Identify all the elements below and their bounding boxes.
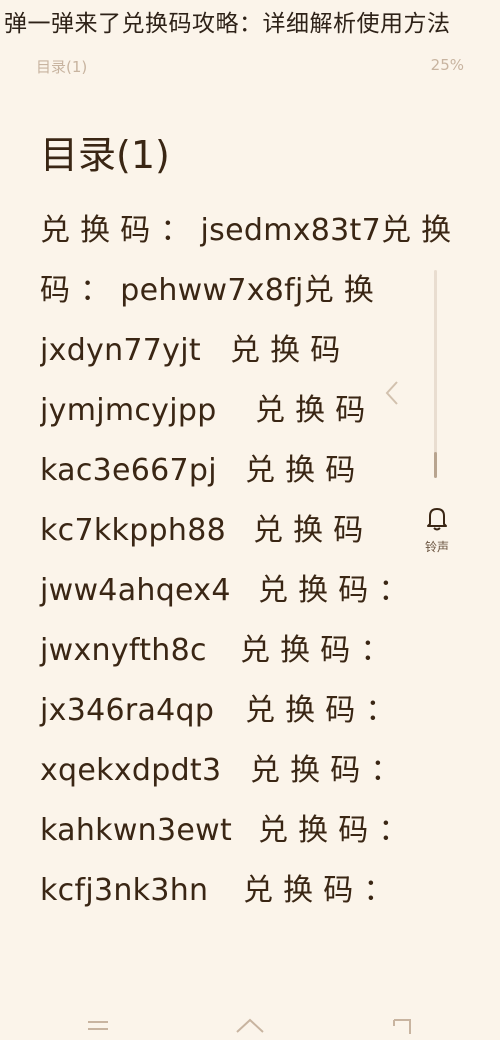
text-line: jwxnyfth8c 兑 换 码 ： xyxy=(40,625,391,669)
line-text: jww4ahqex4 xyxy=(40,573,231,608)
home-icon[interactable] xyxy=(230,1016,270,1036)
line-text: kcfj3nk3hn xyxy=(40,873,209,908)
line-tail: 兑 换 码 ： xyxy=(245,693,396,728)
progress-text: 25% xyxy=(430,56,464,74)
line-tail: 兑 换 码 xyxy=(255,393,366,428)
page-title: 弹一弹来了兑换码攻略：详细解析使用方法 xyxy=(4,11,451,37)
bell-label[interactable]: 铃声 xyxy=(418,538,456,555)
line-tail: 兑 换 码 ： xyxy=(250,753,401,788)
line-text: kahkwn3ewt xyxy=(40,813,233,848)
chapter-title: 目录(1) xyxy=(40,133,170,177)
text-line: xqekxdpdt3 兑 换 码 ： xyxy=(40,745,401,789)
line-text: jxdyn77yjt xyxy=(40,333,201,368)
line-text: xqekxdpdt3 xyxy=(40,753,222,788)
bell-icon[interactable] xyxy=(420,506,454,536)
line-text: jymjmcyjpp xyxy=(40,393,217,428)
line-tail: 兑 换 码 xyxy=(253,513,364,548)
text-line: jx346ra4qp 兑 换 码 ： xyxy=(40,685,396,729)
line-text: kac3e667pj xyxy=(40,453,217,488)
line-tail: 兑 换 码 xyxy=(245,453,356,488)
text-line: kc7kkpph88 兑 换 码 xyxy=(40,505,380,549)
text-line: jww4ahqex4 兑 换 码 ： xyxy=(40,565,409,609)
scroll-thumb[interactable] xyxy=(434,452,437,478)
toc-label[interactable]: 目录(1) xyxy=(36,56,87,77)
line-tail: 兑 换 xyxy=(303,273,375,308)
text-line: kac3e667pj 兑 换 码 xyxy=(40,445,380,489)
line-tail: 兑 换 码 xyxy=(230,333,341,368)
text-line: jxdyn77yjt 兑 换 码 xyxy=(40,325,380,369)
line-text: 兑 换 码 ： jsedmx83t7 xyxy=(40,213,382,248)
line-text: jx346ra4qp xyxy=(40,693,215,728)
line-tail: 兑 换 码 ： xyxy=(243,873,394,908)
line-text: 码 ： pehww7x8fj xyxy=(40,273,304,308)
line-tail: 兑 换 码 ： xyxy=(258,813,409,848)
line-tail: 兑 换 码 ： xyxy=(258,573,409,608)
line-text: kc7kkpph88 xyxy=(40,513,226,548)
chevron-left-icon[interactable] xyxy=(384,380,400,413)
menu-icon[interactable] xyxy=(78,1016,118,1036)
line-text: jwxnyfth8c xyxy=(40,633,207,668)
side-rail[interactable] xyxy=(434,270,437,460)
text-line: jymjmcyjpp 兑 换 码 xyxy=(40,385,380,429)
exit-icon[interactable] xyxy=(382,1016,422,1036)
line-tail: 兑 换 码 ： xyxy=(240,633,391,668)
line-tail: 兑 换 xyxy=(381,213,452,248)
text-line: kahkwn3ewt 兑 换 码 ： xyxy=(40,805,409,849)
text-line: kcfj3nk3hn 兑 换 码 ： xyxy=(40,865,394,909)
text-line: 码 ： pehww7x8fj 兑 换 xyxy=(40,265,380,309)
text-line: 兑 换 码 ： jsedmx83t7 兑 换 xyxy=(40,205,451,249)
